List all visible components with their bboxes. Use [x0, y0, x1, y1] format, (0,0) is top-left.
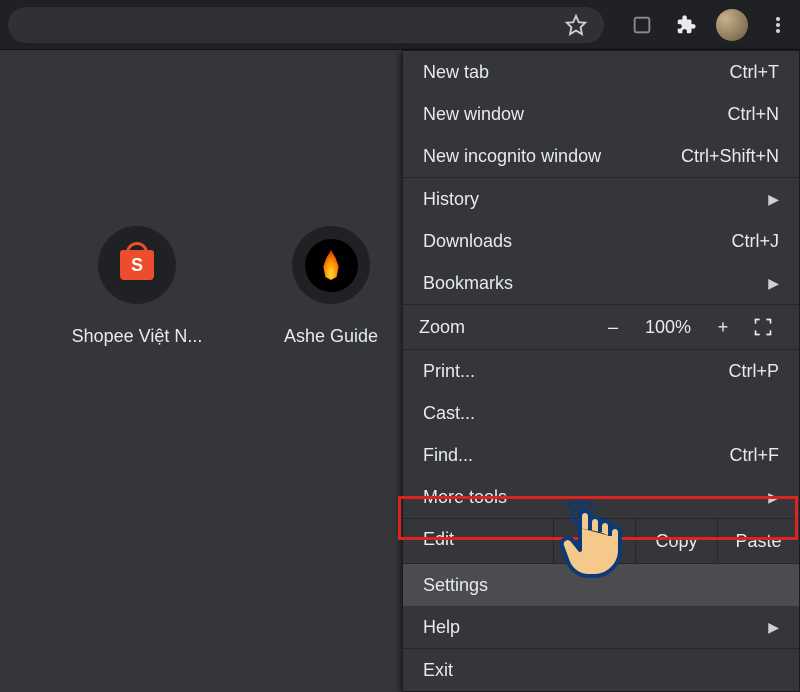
browser-toolbar: [0, 0, 800, 50]
star-icon[interactable]: [562, 11, 590, 39]
avatar-icon[interactable]: [716, 9, 748, 41]
menu-item-edit: Edit Cut Copy Paste: [403, 519, 799, 563]
zoom-value: 100%: [633, 317, 703, 338]
menu-item-new-incognito[interactable]: New incognito windowCtrl+Shift+N: [403, 135, 799, 177]
menu-item-bookmarks[interactable]: Bookmarks▶: [403, 262, 799, 304]
menu-item-new-tab[interactable]: New tabCtrl+T: [403, 51, 799, 93]
menu-item-cast[interactable]: Cast...: [403, 392, 799, 434]
edit-cut-button[interactable]: Cut: [553, 519, 635, 563]
menu-item-downloads[interactable]: DownloadsCtrl+J: [403, 220, 799, 262]
menu-item-settings[interactable]: Settings: [403, 564, 799, 606]
chevron-right-icon: ▶: [768, 619, 779, 636]
shortcut-ashe-guide[interactable]: Ashe Guide: [266, 226, 396, 347]
shortcut-label: Shopee Việt N...: [72, 326, 203, 347]
extensions-icon[interactable]: [672, 11, 700, 39]
edit-paste-button[interactable]: Paste: [717, 519, 799, 563]
url-bar[interactable]: [8, 7, 604, 43]
shortcut-shopee[interactable]: S Shopee Việt N...: [72, 226, 202, 347]
menu-item-new-window[interactable]: New windowCtrl+N: [403, 93, 799, 135]
menu-item-help[interactable]: Help▶: [403, 606, 799, 648]
shopee-icon: S: [120, 250, 154, 280]
zoom-out-button[interactable]: –: [593, 317, 633, 338]
chevron-right-icon: ▶: [768, 489, 779, 506]
menu-item-zoom: Zoom – 100% +: [403, 305, 799, 349]
more-icon[interactable]: [764, 11, 792, 39]
shortcut-label: Ashe Guide: [284, 326, 378, 347]
overflow-menu: New tabCtrl+T New windowCtrl+N New incog…: [402, 50, 800, 692]
chevron-right-icon: ▶: [768, 275, 779, 292]
menu-item-exit[interactable]: Exit: [403, 649, 799, 691]
reading-list-icon[interactable]: [628, 11, 656, 39]
menu-item-find[interactable]: Find...Ctrl+F: [403, 434, 799, 476]
flame-icon: [320, 250, 342, 280]
menu-item-more-tools[interactable]: More tools▶: [403, 476, 799, 518]
menu-item-history[interactable]: History▶: [403, 178, 799, 220]
zoom-in-button[interactable]: +: [703, 317, 743, 338]
fullscreen-icon[interactable]: [743, 317, 783, 337]
edit-copy-button[interactable]: Copy: [635, 519, 717, 563]
menu-item-print[interactable]: Print...Ctrl+P: [403, 350, 799, 392]
chevron-right-icon: ▶: [768, 191, 779, 208]
